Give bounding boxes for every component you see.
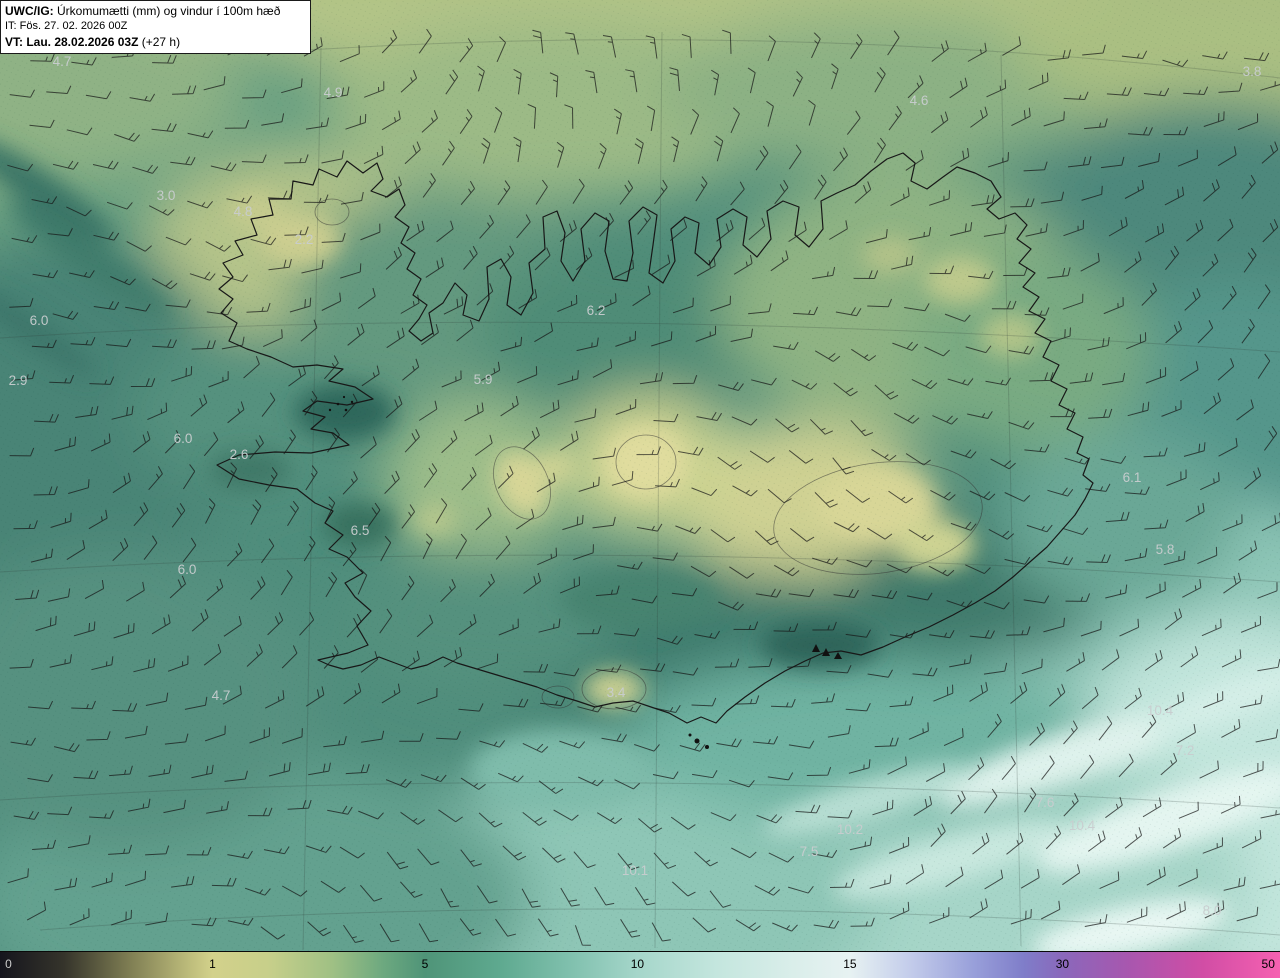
precip-value-label: 4.8 — [234, 204, 253, 219]
colorbar-tick: 0 — [5, 957, 12, 971]
colorbar-gradient: 0 1 5 10 15 30 50 — [0, 952, 1280, 978]
colorbar-tick: 1 — [209, 957, 216, 971]
valid-time-offset: (+27 h) — [138, 35, 181, 50]
valid-time-line: VT: Lau. 28.02.2026 03Z (+27 h) — [5, 34, 300, 50]
precip-value-label: 6.1 — [1123, 470, 1142, 485]
colorbar-tick: 10 — [630, 957, 645, 971]
precip-value-label: 4.6 — [910, 93, 929, 108]
precip-value-label: 8.0 — [1203, 903, 1222, 918]
precip-value-label: 10.4 — [1069, 818, 1096, 833]
precip-value-label: 6.0 — [30, 313, 49, 328]
map-canvas: 4.7 4.9 3.8 4.6 3.0 4.8 2.2 6.0 6.2 2.9 5.9 6.0 2.6 6… — [0, 0, 1280, 978]
precip-value-label: 10.4 — [1147, 703, 1174, 718]
precip-value-label: 10.1 — [622, 863, 648, 878]
precip-value-label: 6.5 — [351, 523, 370, 538]
precip-value-label: 6.0 — [174, 431, 193, 446]
precip-value-label: 2.9 — [9, 373, 28, 388]
precip-value-label: 5.8 — [1156, 542, 1175, 557]
valid-time: VT: Lau. 28.02.2026 03Z — [5, 35, 139, 50]
colorbar-tick: 30 — [1055, 957, 1070, 971]
precip-value-label: 3.8 — [1243, 64, 1262, 79]
precip-value-label: 2.6 — [230, 447, 249, 462]
precip-value-label: 4.7 — [212, 688, 231, 703]
product-code: UWC/IG: — [5, 4, 54, 18]
colorbar: 0 1 5 10 15 30 50 — [0, 951, 1280, 978]
product-title-line: UWC/IG: Úrkomumætti (mm) og vindur í 100… — [5, 3, 300, 19]
precip-value-label: 4.7 — [53, 54, 72, 69]
precip-value-label: 5.9 — [474, 372, 493, 387]
precip-value-label: 7.6 — [1036, 795, 1055, 810]
precip-value-label: 4.9 — [324, 85, 343, 100]
precip-value-label: 6.0 — [178, 562, 197, 577]
precip-value-label: 7.5 — [800, 844, 819, 859]
init-time: IT: Fös. 27. 02. 2026 00Z — [5, 20, 128, 33]
precip-value-label: 6.2 — [587, 303, 606, 318]
colorbar-tick: 50 — [1261, 957, 1275, 971]
weather-map-app: 4.7 4.9 3.8 4.6 3.0 4.8 2.2 6.0 6.2 2.9 5.9 6.0 2.6 6… — [0, 0, 1280, 978]
title-box: UWC/IG: Úrkomumætti (mm) og vindur í 100… — [0, 0, 311, 55]
precip-value-label: 3.4 — [607, 685, 626, 700]
colorbar-tick: 15 — [843, 957, 857, 971]
product-title: Úrkomumætti (mm) og vindur í 100m hæð — [53, 4, 281, 18]
colorbar-tick: 5 — [421, 957, 429, 971]
precip-value-label: 7.2 — [1176, 743, 1195, 758]
precip-value-label: 2.2 — [295, 232, 314, 247]
precip-value-label: 3.0 — [157, 188, 176, 203]
precip-value-label: 10.2 — [837, 822, 863, 837]
